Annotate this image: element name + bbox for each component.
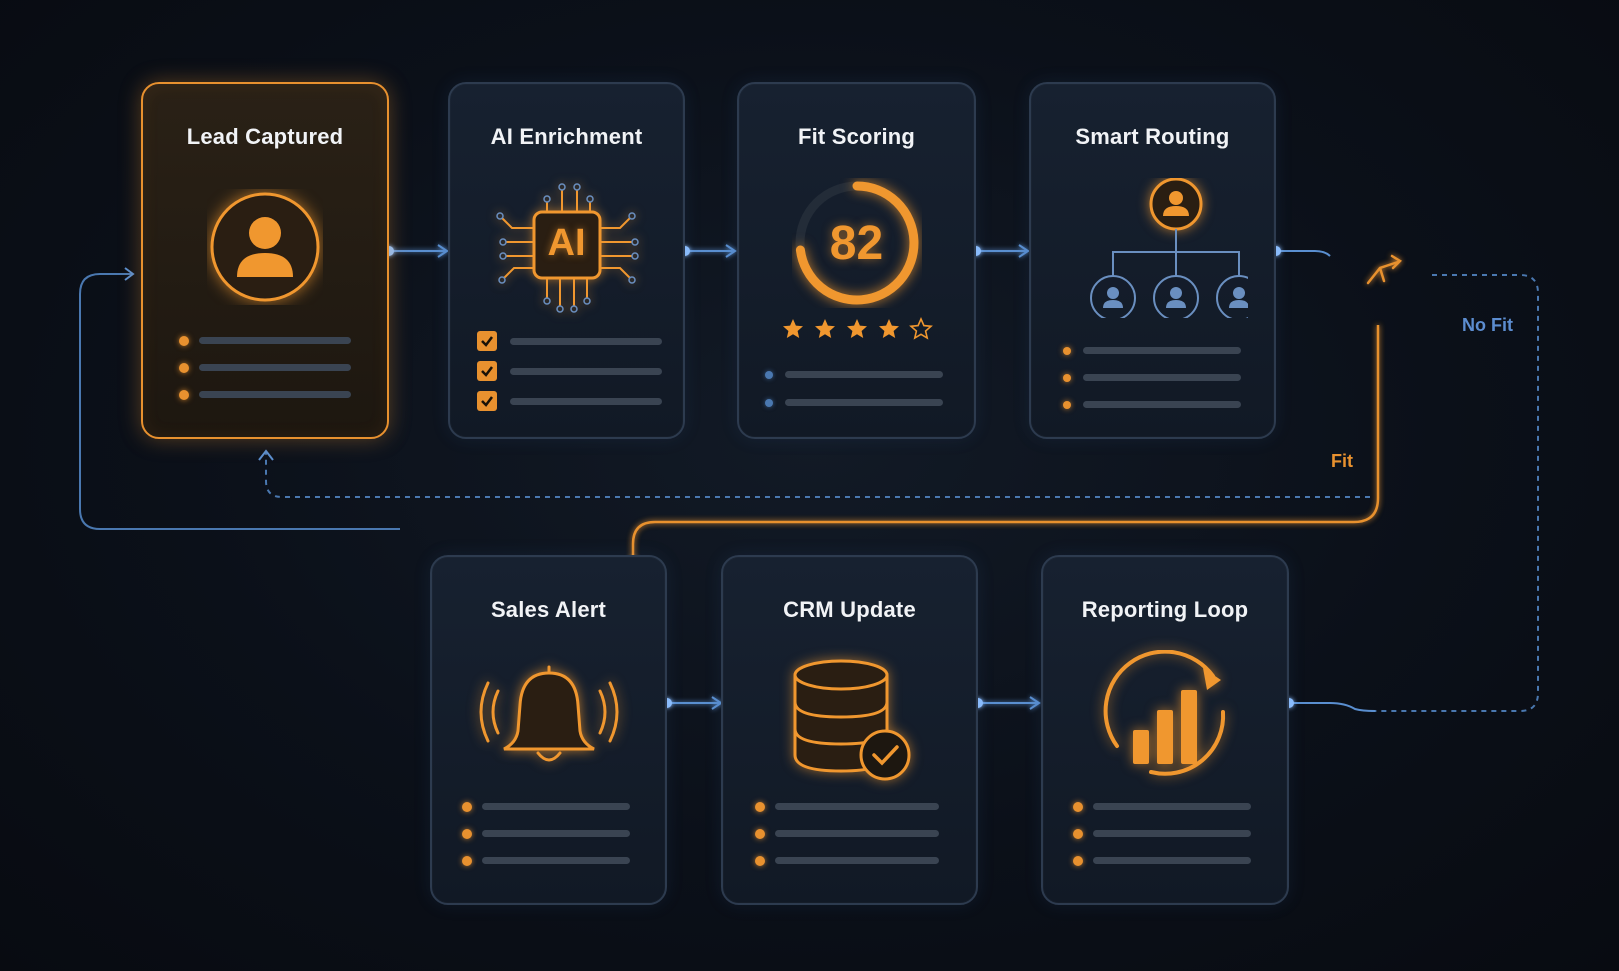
connector-alert-to-crm xyxy=(667,696,723,710)
placeholder-line xyxy=(1093,857,1251,864)
placeholder-line xyxy=(510,368,662,375)
placeholder-line xyxy=(1093,803,1251,810)
placeholder-line xyxy=(775,830,939,837)
connector-scoring-to-routing xyxy=(976,244,1030,258)
placeholder-line xyxy=(1083,347,1241,354)
fit-label: Fit xyxy=(1331,451,1353,471)
no-fit-path xyxy=(1370,274,1539,712)
placeholder-line xyxy=(510,338,662,345)
star-filled-icon xyxy=(877,317,901,341)
placeholder-line xyxy=(775,803,939,810)
bullet xyxy=(765,399,773,407)
decision-diamond-icon xyxy=(1366,254,1402,285)
placeholder-line xyxy=(1093,830,1251,837)
card-title: Reporting Loop xyxy=(1081,597,1249,622)
bullet xyxy=(1073,829,1083,839)
placeholder-line xyxy=(1083,401,1241,408)
return-dashed-path xyxy=(265,452,1370,498)
placeholder-line xyxy=(785,371,943,378)
placeholder-line xyxy=(199,364,351,371)
connector-lead-to-enrichment xyxy=(389,244,449,258)
bullet xyxy=(462,802,472,812)
bullet xyxy=(755,829,765,839)
bullet xyxy=(755,802,765,812)
bullet xyxy=(179,363,189,373)
bullet xyxy=(765,371,773,379)
placeholder-line xyxy=(199,337,351,344)
star-filled-icon xyxy=(813,317,837,341)
ai-chip-text: AI xyxy=(547,222,586,264)
bullet xyxy=(1063,374,1071,382)
placeholder-line xyxy=(785,399,943,406)
fit-score-value: 82 xyxy=(829,217,884,270)
bullet xyxy=(179,390,189,400)
connector-crm-to-reporting xyxy=(978,696,1041,710)
placeholder-line xyxy=(482,830,630,837)
card-fit-scoring[interactable]: Fit Scoring 82 xyxy=(737,82,976,439)
bell-icon xyxy=(432,657,665,777)
card-ai-enrichment[interactable]: AI Enrichment AI xyxy=(448,82,685,439)
database-check-icon xyxy=(723,657,976,787)
card-crm-update[interactable]: CRM Update xyxy=(721,555,978,905)
placeholder-line xyxy=(510,398,662,405)
placeholder-line xyxy=(775,857,939,864)
connector-routing-to-decision xyxy=(1276,250,1331,257)
bullet xyxy=(1073,802,1083,812)
card-title: CRM Update xyxy=(783,597,916,622)
rating-stars xyxy=(739,317,974,346)
placeholder-line xyxy=(199,391,351,398)
connector-enrichment-to-scoring xyxy=(685,244,737,258)
placeholder-line xyxy=(1083,374,1241,381)
checkbox-checked-icon xyxy=(477,361,497,381)
card-title: Lead Captured xyxy=(186,124,344,149)
bullet xyxy=(1073,856,1083,866)
card-smart-routing[interactable]: Smart Routing xyxy=(1029,82,1276,439)
card-title: Fit Scoring xyxy=(797,124,916,149)
bullet xyxy=(462,856,472,866)
card-reporting-loop[interactable]: Reporting Loop xyxy=(1041,555,1289,905)
bullet xyxy=(1063,347,1071,355)
card-sales-alert[interactable]: Sales Alert xyxy=(430,555,667,905)
card-lead-captured[interactable]: Lead Captured xyxy=(141,82,389,439)
star-filled-icon xyxy=(845,317,869,341)
card-title: Sales Alert xyxy=(490,597,607,622)
bullet xyxy=(1063,401,1071,409)
connector-reporting-out xyxy=(1289,702,1376,712)
star-filled-icon xyxy=(781,317,805,341)
placeholder-line xyxy=(482,803,630,810)
card-title: AI Enrichment xyxy=(490,124,643,149)
checkbox-checked-icon xyxy=(477,331,497,351)
bullet xyxy=(179,336,189,346)
chart-loop-icon xyxy=(1043,650,1287,785)
routing-tree-icon xyxy=(1031,178,1274,318)
user-icon xyxy=(143,189,387,305)
placeholder-line xyxy=(482,857,630,864)
bullet xyxy=(462,829,472,839)
star-empty-icon xyxy=(908,317,933,341)
checkbox-checked-icon xyxy=(477,391,497,411)
bullet xyxy=(755,856,765,866)
no-fit-label: No Fit xyxy=(1462,315,1513,335)
card-title: Smart Routing xyxy=(1075,124,1230,149)
